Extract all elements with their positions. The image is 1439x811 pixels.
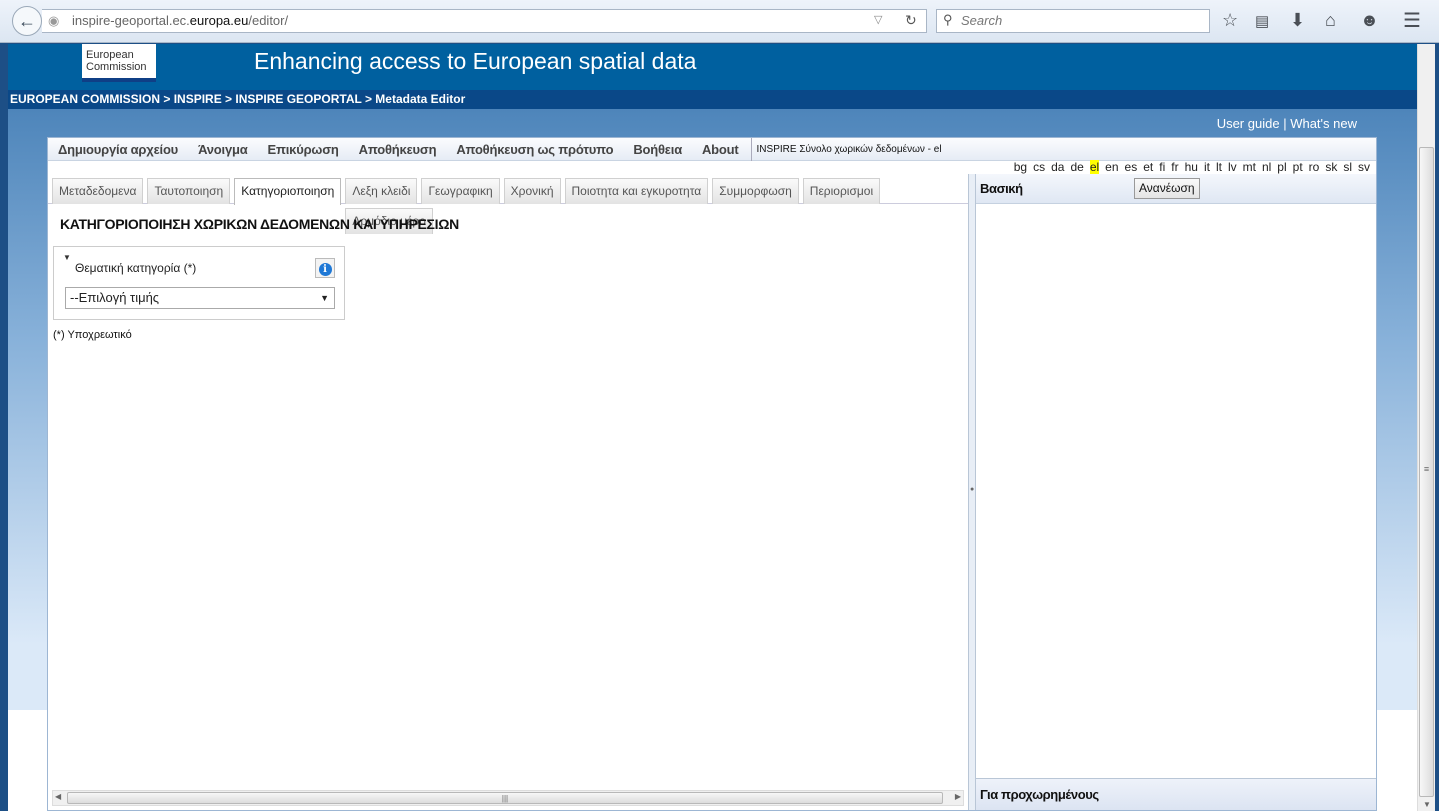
language-lv[interactable]: lv [1228, 160, 1237, 174]
editor-container: Δημιουργία αρχείου Άνοιγμα Επικύρωση Απο… [47, 137, 1377, 811]
language-en[interactable]: en [1105, 160, 1118, 174]
language-da[interactable]: da [1051, 160, 1064, 174]
language-fi[interactable]: fi [1159, 160, 1165, 174]
chat-icon[interactable]: ☻ [1360, 10, 1379, 31]
tab-8[interactable]: Συμμορφωση [712, 178, 799, 204]
scroll-left-icon[interactable]: ◀ [55, 792, 61, 801]
tab-7[interactable]: Ποιοτητα και εγκυροτητα [564, 178, 709, 204]
tab-3[interactable]: Κατηγοριοποιηση [234, 178, 342, 205]
language-fr[interactable]: fr [1171, 160, 1178, 174]
info-icon: i [318, 263, 332, 276]
site-title: Enhancing access to European spatial dat… [254, 48, 697, 74]
bookmark-star-icon[interactable]: ☆ [1222, 10, 1238, 31]
language-bg[interactable]: bg [1014, 160, 1027, 174]
document-title: INSPIRE Σύνολο χωρικών δεδομένων - el [750, 138, 942, 161]
language-de[interactable]: de [1070, 160, 1083, 174]
language-mt[interactable]: mt [1243, 160, 1256, 174]
menu-new-file[interactable]: Δημιουργία αρχείου [48, 138, 188, 161]
separator: | [1283, 116, 1287, 131]
browser-toolbar: ← inspire-geoportal.ec.europa.eu/editor/… [0, 0, 1439, 43]
right-panel-title: Βασική [980, 181, 1023, 196]
vertical-scrollbar[interactable]: ≡ ▼ [1417, 44, 1435, 811]
collapse-triangle-icon[interactable]: ▼ [63, 253, 71, 262]
logo-line: European [86, 49, 134, 61]
whats-new-link[interactable]: What's new [1290, 116, 1357, 131]
tab-2[interactable]: Ταυτοποιηση [147, 178, 231, 204]
tab-1[interactable]: Μεταδεδομενα [52, 178, 144, 204]
chevron-down-icon: ▼ [320, 293, 329, 303]
scroll-right-icon[interactable]: ▶ [955, 792, 961, 801]
right-panel: Βασική Ανανέωση Για προχωρημένους [976, 174, 1376, 810]
info-button[interactable]: i [315, 258, 335, 278]
menu-save-as-template[interactable]: Αποθήκευση ως πρότυπο [446, 138, 623, 161]
logo-line: Commission [86, 61, 147, 73]
advanced-label: Για προχωρημένους [980, 787, 1099, 802]
download-icon[interactable]: ⬇ [1290, 10, 1305, 31]
search-input[interactable]: Search [936, 9, 1210, 33]
field-label: Θεματική κατηγορία (*) [75, 261, 197, 275]
menu-about[interactable]: About [692, 138, 749, 161]
tab-4[interactable]: Λεξη κλειδι [345, 178, 418, 204]
language-selector: bg cs da de el en es et fi fr hu it lt lv mt nl pl pt ro sk… [1008, 160, 1370, 174]
globe-icon: ◉ [48, 13, 60, 28]
language-hu[interactable]: hu [1185, 160, 1198, 174]
refresh-button[interactable]: Ανανέωση [1134, 178, 1200, 199]
home-icon[interactable]: ⌂ [1325, 10, 1336, 31]
panel-splitter[interactable]: ● [968, 174, 976, 810]
language-ro[interactable]: ro [1309, 160, 1320, 174]
language-sl[interactable]: sl [1343, 160, 1352, 174]
splitter-handle-icon[interactable]: ● [970, 486, 974, 493]
url-suffix: /editor/ [248, 13, 289, 28]
url-dropdown-icon[interactable]: ▽ [874, 13, 882, 26]
back-button[interactable]: ← [12, 6, 42, 36]
right-panel-header: Βασική Ανανέωση [976, 174, 1376, 204]
top-links: User guide | What's new [1217, 116, 1357, 131]
language-sv[interactable]: sv [1358, 160, 1370, 174]
advanced-section[interactable]: Για προχωρημένους [976, 778, 1376, 810]
language-it[interactable]: it [1204, 160, 1210, 174]
language-cs[interactable]: cs [1033, 160, 1045, 174]
scrollbar-thumb[interactable]: ||| [67, 792, 943, 804]
select-value: --Επιλογή τιμής [70, 290, 160, 305]
language-nl[interactable]: nl [1262, 160, 1271, 174]
reading-list-icon[interactable]: ▤ [1255, 12, 1269, 30]
address-bar[interactable]: inspire-geoportal.ec.europa.eu/editor/ [42, 9, 927, 33]
left-panel: Μεταδεδομενα Ταυτοποιηση Κατηγοριοποιηση Λε… [48, 174, 968, 810]
horizontal-scrollbar[interactable]: ◀ ||| ▶ [52, 790, 964, 806]
tab-5[interactable]: Γεωγραφικη [421, 178, 500, 204]
banner: European Commission Enhancing access to E… [8, 44, 1417, 90]
language-sk[interactable]: sk [1325, 160, 1337, 174]
url-prefix: inspire-geoportal.ec. [72, 13, 190, 28]
topic-category-select[interactable]: --Επιλογή τιμής ▼ [65, 287, 335, 309]
language-el[interactable]: el [1089, 160, 1100, 174]
search-icon: ⚲ [943, 12, 953, 27]
ec-logo[interactable]: European Commission [82, 44, 156, 82]
tab-9[interactable]: Περιορισμοι [802, 178, 881, 204]
required-note: (*) Υποχρεωτικό [53, 329, 132, 341]
menu-validate[interactable]: Επικύρωση [258, 138, 349, 161]
language-lt[interactable]: lt [1216, 160, 1222, 174]
reload-icon[interactable]: ↻ [905, 12, 917, 29]
language-pt[interactable]: pt [1293, 160, 1303, 174]
language-pl[interactable]: pl [1277, 160, 1286, 174]
language-es[interactable]: es [1125, 160, 1138, 174]
page: European Commission Enhancing access to E… [8, 44, 1417, 811]
language-et[interactable]: et [1143, 160, 1153, 174]
menu-save[interactable]: Αποθήκευση [349, 138, 447, 161]
menu-bar: Δημιουργία αρχείου Άνοιγμα Επικύρωση Απο… [48, 138, 1376, 161]
breadcrumb: EUROPEAN COMMISSION > INSPIRE > INSPIRE … [8, 90, 1417, 109]
menu-help[interactable]: Βοήθεια [623, 138, 692, 161]
menu-open[interactable]: Άνοιγμα [188, 138, 257, 161]
tab-6[interactable]: Χρονική [503, 178, 561, 204]
url-domain: europa.eu [189, 13, 249, 28]
topic-category-field: ▼ Θεματική κατηγορία (*) i --Επιλογή τιμ… [53, 246, 345, 320]
user-guide-link[interactable]: User guide [1217, 116, 1280, 131]
scroll-down-icon[interactable]: ▼ [1423, 800, 1431, 809]
tab-bar: Μεταδεδομενα Ταυτοποιηση Κατηγοριοποιηση Λε… [48, 174, 968, 234]
menu-icon[interactable]: ☰ [1403, 8, 1421, 33]
page-title: ΚΑΤΗΓΟΡΙΟΠΟΙΗΣΗ ΧΩΡΙΚΩΝ ΔΕΔΟΜΕΝΩΝ ΚΑΙ ΥΠ… [60, 216, 459, 232]
scrollbar-thumb[interactable]: ≡ [1419, 147, 1434, 797]
